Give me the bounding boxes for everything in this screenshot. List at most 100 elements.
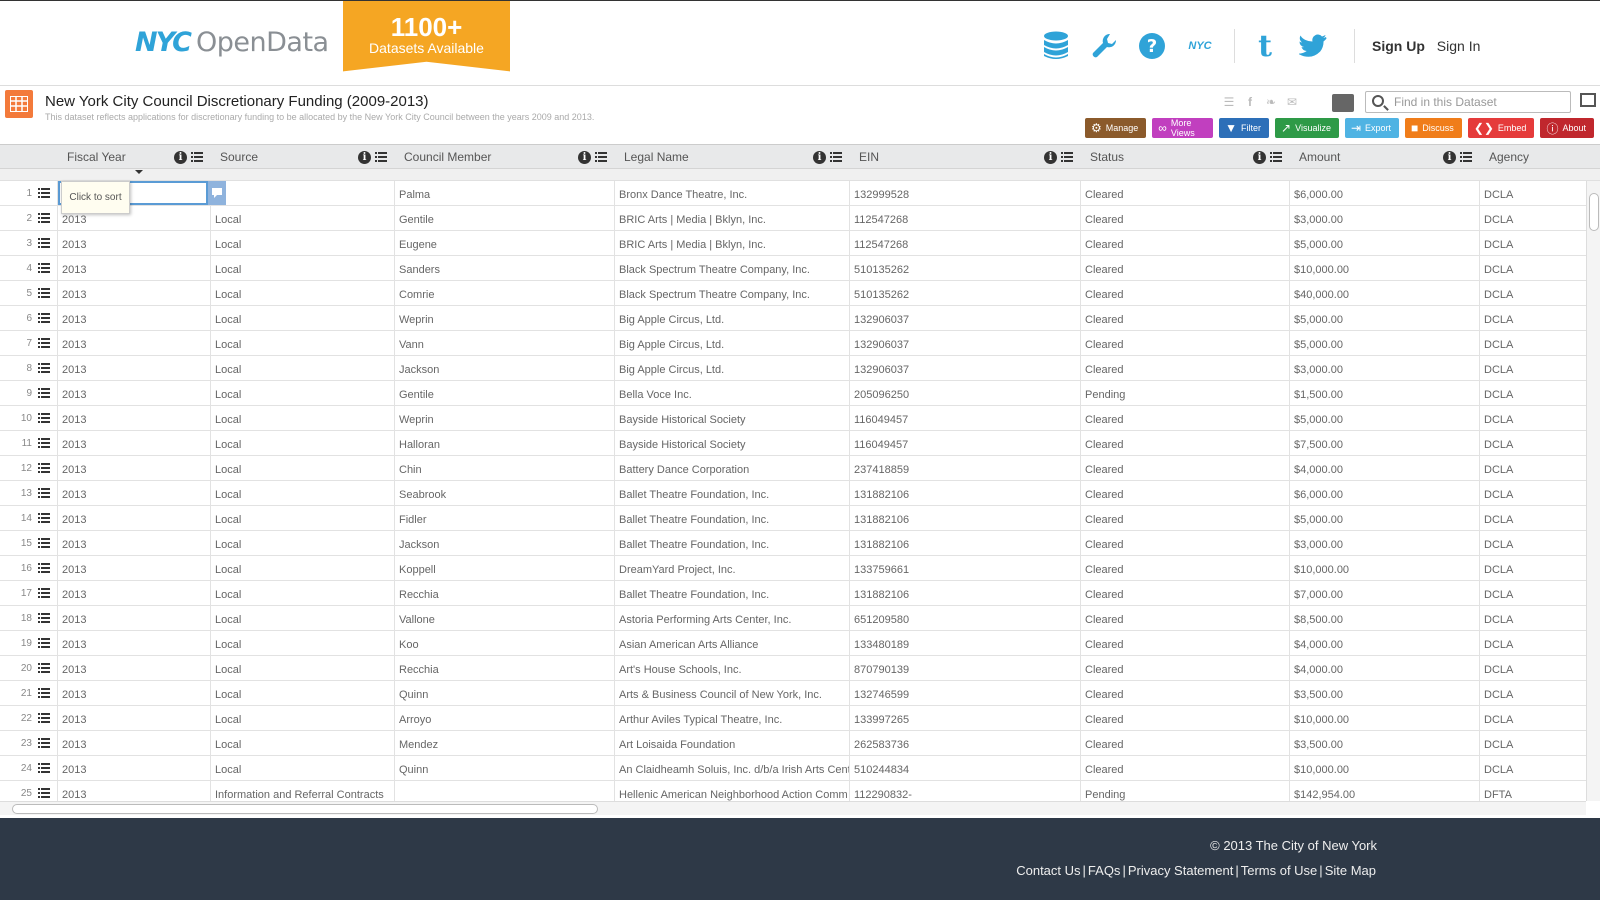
- cell-legal-name[interactable]: Ballet Theatre Foundation, Inc.: [614, 581, 849, 605]
- cell-fiscal-year[interactable]: 2013: [57, 531, 210, 555]
- cell-agency[interactable]: DCLA: [1479, 256, 1586, 280]
- visualize-button[interactable]: ↗ Visualize: [1275, 118, 1339, 138]
- cell-council-member[interactable]: Quinn: [394, 681, 614, 705]
- table-row[interactable]: 5 2013 Local Comrie Black Spectrum Theatre C…: [0, 281, 1586, 306]
- cell-legal-name[interactable]: BRIC Arts | Media | Bklyn, Inc.: [614, 231, 849, 255]
- cell-fiscal-year[interactable]: 2013: [57, 581, 210, 605]
- cell-source[interactable]: Local: [210, 456, 394, 480]
- footer-link-site-map[interactable]: Site Map: [1325, 863, 1376, 878]
- cell-legal-name[interactable]: Bronx Dance Theatre, Inc.: [614, 181, 849, 205]
- column-menu-icon[interactable]: [595, 151, 607, 163]
- cell-source[interactable]: Local: [210, 606, 394, 630]
- cell-amount[interactable]: $5,000.00: [1289, 306, 1479, 330]
- cell-legal-name[interactable]: Big Apple Circus, Ltd.: [614, 331, 849, 355]
- column-header-legal-name[interactable]: Legal Name i: [614, 145, 849, 170]
- cell-ein[interactable]: 133480189: [849, 631, 1080, 655]
- cell-council-member[interactable]: Vallone: [394, 606, 614, 630]
- sort-caret-icon[interactable]: [135, 170, 143, 174]
- cell-ein[interactable]: 510135262: [849, 256, 1080, 280]
- row-menu-icon[interactable]: [38, 362, 50, 374]
- cell-ein[interactable]: 237418859: [849, 456, 1080, 480]
- grid-view-icon[interactable]: [1332, 94, 1354, 112]
- cell-council-member[interactable]: Mendez: [394, 731, 614, 755]
- column-header-fiscal-year[interactable]: Fiscal Year i: [57, 145, 210, 170]
- row-menu-icon[interactable]: [38, 712, 50, 724]
- cell-status[interactable]: Cleared: [1080, 206, 1289, 230]
- cell-source[interactable]: Local: [210, 281, 394, 305]
- horizontal-scrollbar[interactable]: [0, 801, 1586, 815]
- cell-amount[interactable]: $5,000.00: [1289, 231, 1479, 255]
- cell-status[interactable]: Cleared: [1080, 706, 1289, 730]
- nyc-icon[interactable]: NYC: [1184, 30, 1216, 62]
- cell-amount[interactable]: $3,000.00: [1289, 531, 1479, 555]
- cell-council-member[interactable]: Halloran: [394, 431, 614, 455]
- cell-ein[interactable]: 132999528: [849, 181, 1080, 205]
- cell-legal-name[interactable]: Astoria Performing Arts Center, Inc.: [614, 606, 849, 630]
- cell-ein[interactable]: 132906037: [849, 356, 1080, 380]
- cell-fiscal-year[interactable]: 2013: [57, 381, 210, 405]
- cell-agency[interactable]: DCLA: [1479, 656, 1586, 680]
- cell-council-member[interactable]: Weprin: [394, 406, 614, 430]
- email-icon[interactable]: ✉: [1285, 95, 1299, 109]
- cell-status[interactable]: Cleared: [1080, 331, 1289, 355]
- cell-source[interactable]: Local: [210, 531, 394, 555]
- cell-status[interactable]: Cleared: [1080, 181, 1289, 205]
- facebook-icon[interactable]: f: [1243, 95, 1257, 109]
- cell-source[interactable]: Local: [210, 631, 394, 655]
- cell-amount[interactable]: $8,500.00: [1289, 606, 1479, 630]
- cell-fiscal-year[interactable]: 2013: [57, 656, 210, 680]
- cell-fiscal-year[interactable]: 2013: [57, 556, 210, 580]
- cell-council-member[interactable]: Koo: [394, 631, 614, 655]
- manage-button[interactable]: ⚙ Manage: [1085, 118, 1147, 138]
- cell-legal-name[interactable]: Ballet Theatre Foundation, Inc.: [614, 531, 849, 555]
- row-menu-icon[interactable]: [38, 687, 50, 699]
- footer-link-terms-of-use[interactable]: Terms of Use: [1241, 863, 1318, 878]
- cell-council-member[interactable]: Koppell: [394, 556, 614, 580]
- cell-status[interactable]: Cleared: [1080, 456, 1289, 480]
- row-menu-icon[interactable]: [38, 187, 50, 199]
- cell-legal-name[interactable]: Big Apple Circus, Ltd.: [614, 306, 849, 330]
- cell-amount[interactable]: $10,000.00: [1289, 706, 1479, 730]
- cell-council-member[interactable]: Sanders: [394, 256, 614, 280]
- cell-ein[interactable]: 132906037: [849, 306, 1080, 330]
- wrench-icon[interactable]: [1088, 30, 1120, 62]
- cell-ein[interactable]: 133997265: [849, 706, 1080, 730]
- cell-ein[interactable]: 131882106: [849, 531, 1080, 555]
- maximize-icon[interactable]: [1580, 93, 1596, 107]
- table-row[interactable]: 9 2013 Local Gentile Bella Voce Inc. 20509625…: [0, 381, 1586, 406]
- cell-amount[interactable]: $5,000.00: [1289, 506, 1479, 530]
- cell-agency[interactable]: DCLA: [1479, 731, 1586, 755]
- comment-icon[interactable]: [208, 181, 226, 205]
- cell-fiscal-year[interactable]: 2013: [57, 406, 210, 430]
- cell-ein[interactable]: 116049457: [849, 431, 1080, 455]
- table-row[interactable]: 22 2013 Local Arroyo Arthur Aviles Typical T…: [0, 706, 1586, 731]
- horizontal-scroll-thumb[interactable]: [12, 804, 598, 814]
- cell-ein[interactable]: 205096250: [849, 381, 1080, 405]
- cell-ein[interactable]: 131882106: [849, 506, 1080, 530]
- cell-amount[interactable]: $7,500.00: [1289, 431, 1479, 455]
- cell-fiscal-year[interactable]: 2013: [57, 456, 210, 480]
- table-row[interactable]: 16 2013 Local Koppell DreamYard Project, Inc…: [0, 556, 1586, 581]
- cell-source[interactable]: Local: [210, 306, 394, 330]
- cell-fiscal-year[interactable]: 2013: [57, 606, 210, 630]
- cell-ein[interactable]: 651209580: [849, 606, 1080, 630]
- sign-up-link[interactable]: Sign Up: [1372, 38, 1425, 54]
- cell-fiscal-year[interactable]: 2013: [57, 481, 210, 505]
- cell-fiscal-year[interactable]: 2013: [57, 356, 210, 380]
- row-menu-icon[interactable]: [38, 737, 50, 749]
- cell-fiscal-year[interactable]: 2013: [57, 306, 210, 330]
- cell-agency[interactable]: DCLA: [1479, 681, 1586, 705]
- rss-icon[interactable]: ☰: [1222, 95, 1236, 109]
- cell-source[interactable]: Local: [210, 431, 394, 455]
- cell-legal-name[interactable]: Ballet Theatre Foundation, Inc.: [614, 481, 849, 505]
- cell-legal-name[interactable]: Battery Dance Corporation: [614, 456, 849, 480]
- row-menu-icon[interactable]: [38, 287, 50, 299]
- table-row[interactable]: 2 2013 Local Gentile BRIC Arts | Media | Bkl…: [0, 206, 1586, 231]
- row-menu-icon[interactable]: [38, 487, 50, 499]
- table-row[interactable]: 12 2013 Local Chin Battery Dance Corporation…: [0, 456, 1586, 481]
- cell-ein[interactable]: 116049457: [849, 406, 1080, 430]
- cell-agency[interactable]: DCLA: [1479, 481, 1586, 505]
- more-views-button[interactable]: ∞ More Views: [1152, 118, 1214, 138]
- table-row[interactable]: 18 2013 Local Vallone Astoria Performing Art…: [0, 606, 1586, 631]
- footer-link-faqs[interactable]: FAQs: [1088, 863, 1121, 878]
